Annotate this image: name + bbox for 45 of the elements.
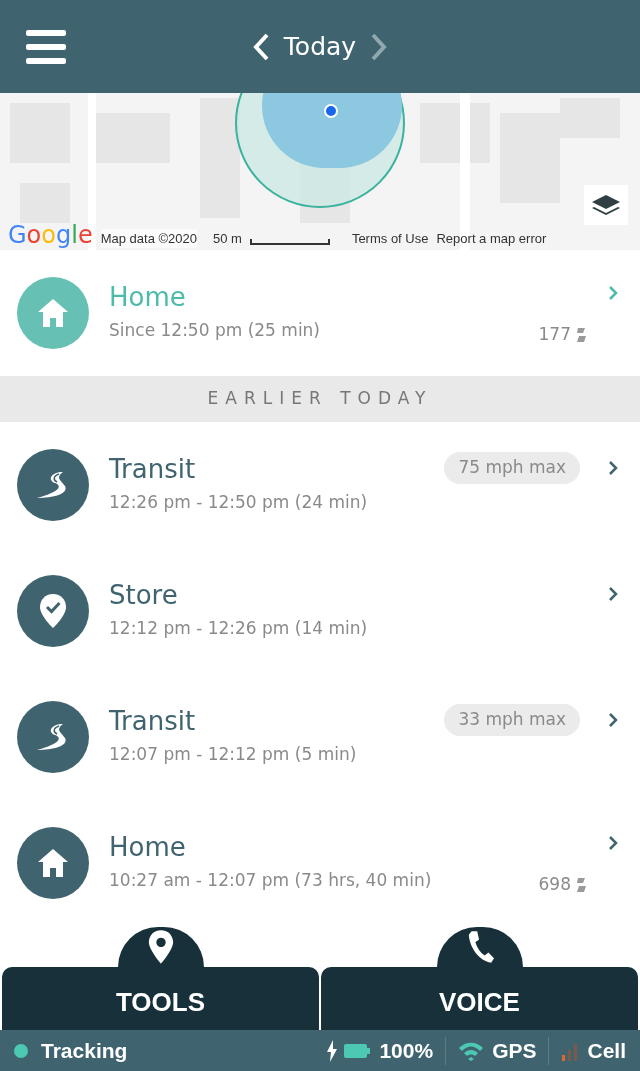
map-logo: Google (8, 222, 93, 248)
battery-level: 100% (379, 1037, 434, 1064)
chevron-right-icon (608, 586, 618, 602)
gps-label: GPS (492, 1037, 537, 1064)
date-title: Today (283, 30, 357, 63)
place-time: Since 12:50 pm (25 min) (109, 319, 321, 343)
section-title: EARLIER TODAY (207, 387, 433, 411)
wifi-icon (458, 1040, 485, 1061)
place-time: 12:07 pm - 12:12 pm (5 min) (109, 743, 358, 767)
house-icon (36, 297, 70, 329)
map-pin-icon (146, 929, 175, 965)
chevron-right-icon (608, 712, 618, 728)
previous-day-icon[interactable] (251, 31, 270, 62)
speed-badge: 75 mph max (444, 452, 580, 484)
cell-label: Cell (587, 1037, 626, 1064)
map-scale: 50 m (213, 229, 242, 248)
place-title: Store (109, 580, 179, 611)
chevron-right-icon (608, 835, 618, 852)
steps-icon (574, 877, 588, 893)
map-layers-button[interactable] (584, 185, 628, 225)
place-title: Home (109, 282, 187, 313)
bottom-tab[interactable]: TOOLS (2, 967, 319, 1030)
speed-badge: 33 mph max (444, 704, 580, 736)
menu-icon[interactable] (26, 28, 66, 65)
tracking-label: Tracking (41, 1037, 128, 1064)
place-time: 10:27 am - 12:07 pm (73 hrs, 40 min) (109, 869, 433, 893)
steps-icon (574, 327, 588, 343)
layers-icon (590, 193, 622, 217)
map-attribution: Map data ©2020 (100, 228, 197, 248)
house-icon (36, 847, 70, 879)
place-title: Transit (109, 706, 197, 737)
place-title: Home (109, 832, 187, 863)
place-time: 12:12 pm - 12:26 pm (14 min) (109, 617, 369, 641)
chevron-right-icon (608, 285, 618, 302)
step-count: 698 (538, 873, 571, 897)
report-link[interactable]: Report a map error (436, 228, 547, 248)
bottom-tab[interactable]: VOICE (321, 967, 638, 1030)
place-title: Transit (109, 454, 197, 485)
battery-icon (343, 1042, 372, 1059)
chevron-right-icon (608, 460, 618, 476)
terms-link[interactable]: Terms of Use (351, 228, 429, 248)
place-time: 12:26 pm - 12:50 pm (24 min) (109, 491, 369, 515)
map-pin-check-icon (38, 593, 68, 629)
step-count: 177 (538, 323, 571, 347)
lightning-icon (327, 1039, 338, 1062)
